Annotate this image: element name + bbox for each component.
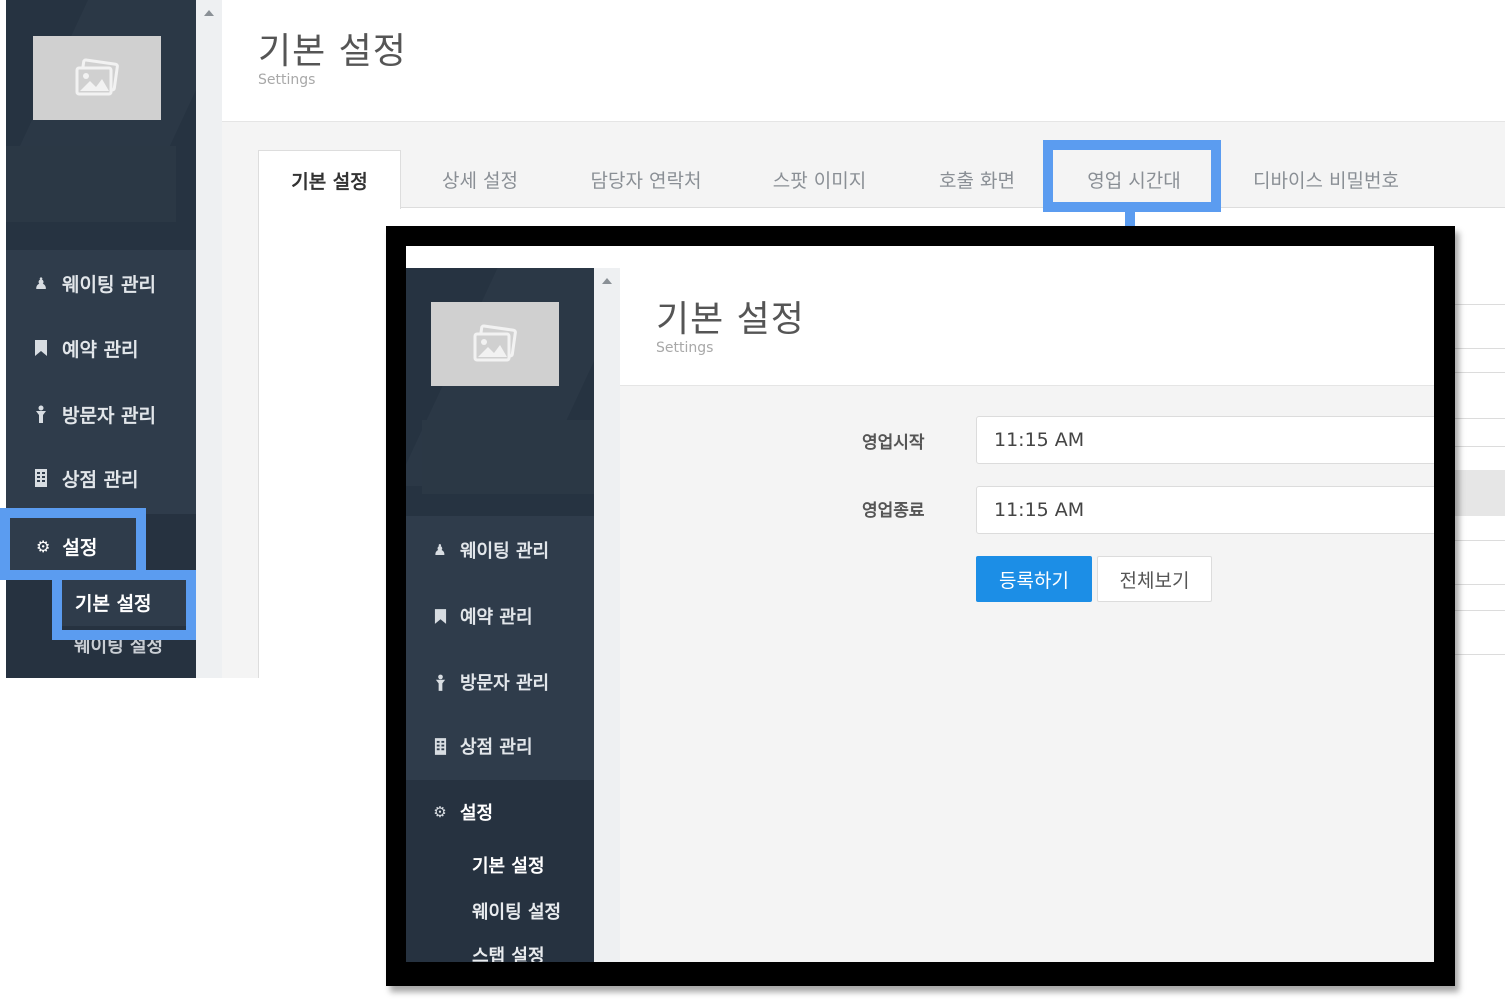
sidebar-item-label: 상점 관리 [62,468,139,491]
bookmark-icon [30,338,52,358]
inset-page-header: 기본 설정 Settings [620,268,1434,386]
sidebar-item-waiting[interactable]: ♟ 웨이팅 관리 [406,520,594,580]
building-icon [430,736,450,756]
bg-scrollbar[interactable] [196,0,222,678]
tab-call-screen[interactable]: 호출 화면 [906,150,1048,208]
logo-placeholder-image-icon [33,36,161,120]
sidebar-item-label: 웨이팅 관리 [460,541,550,562]
bg-page-header: 기본 설정 Settings [222,0,1505,122]
sidebar-item-settings[interactable]: ⚙ 설정 [406,782,594,842]
page-title: 기본 설정 [656,299,805,340]
scroll-up-arrow-icon[interactable] [204,10,214,16]
profile-area [6,146,176,222]
sidebar-item-store[interactable]: 상점 관리 [406,716,594,776]
sidebar-item-waiting[interactable]: ♟ 웨이팅 관리 [6,251,196,315]
sidebar-item-visitor[interactable]: 방문자 관리 [6,382,196,446]
sidebar-item-label: 예약 관리 [460,607,533,628]
sidebar-item-label: 방문자 관리 [460,673,550,694]
tab-device-password[interactable]: 디바이스 비밀번호 [1222,150,1430,208]
person-icon [430,672,450,692]
user-add-icon: ♟ [33,273,49,293]
inset-scrollbar[interactable] [594,268,620,962]
business-start-input[interactable] [976,416,1434,464]
business-start-label: 영업시작 [862,433,925,453]
inset-sidebar: ♟ 웨이팅 관리 예약 관리 방문자 관리 상점 관리 ⚙ 설정 기본 설정 웨… [406,268,594,962]
sidebar-item-label: 방문자 관리 [62,404,157,427]
business-end-input[interactable] [976,486,1434,534]
tab-basic-settings[interactable]: 기본 설정 [258,150,401,209]
highlight-business-hours-tab [1043,140,1221,212]
page-subtitle: Settings [258,72,316,88]
sidebar-item-reservation[interactable]: 예약 관리 [6,316,196,380]
highlight-basic-settings [52,570,196,640]
page-subtitle: Settings [656,340,714,356]
image-icon [473,324,517,362]
tab-contact[interactable]: 담당자 연락처 [560,150,732,208]
sidebar-item-label: 웨이팅 관리 [62,273,157,296]
logo-placeholder-image-icon [431,302,559,386]
submenu-basic-settings[interactable]: 기본 설정 [472,852,545,878]
profile-area [422,420,594,494]
sidebar-item-label: 예약 관리 [62,338,139,361]
view-all-button[interactable]: 전체보기 [1097,556,1212,602]
building-icon [30,468,52,488]
business-end-label: 영업종료 [862,501,925,521]
bookmark-icon [430,606,450,626]
tutorial-screenshot: ♟ 웨이팅 관리 예약 관리 방문자 관리 상점 관리 웨이팅 설정 기본 설정… [0,0,1505,999]
submenu-waiting-settings[interactable]: 웨이팅 설정 [472,898,561,924]
sidebar-item-label: 설정 [460,803,494,824]
scroll-up-arrow-icon[interactable] [602,278,612,284]
register-button[interactable]: 등록하기 [976,556,1092,602]
page-title: 기본 설정 [258,31,407,72]
sidebar-item-reservation[interactable]: 예약 관리 [406,586,594,646]
tab-spot-image[interactable]: 스팟 이미지 [742,150,897,208]
image-icon [75,58,119,96]
user-add-icon: ♟ [433,541,447,559]
person-icon [30,404,52,424]
sidebar-item-label: 상점 관리 [460,737,533,758]
sidebar-item-visitor[interactable]: 방문자 관리 [406,652,594,712]
gear-icon: ⚙ [433,803,447,821]
sidebar-item-store[interactable]: 상점 관리 [6,446,196,510]
tab-detail-settings[interactable]: 상세 설정 [410,150,550,208]
submenu-staff-settings[interactable]: 스탭 설정 [472,942,545,962]
inset-screenshot: ♟ 웨이팅 관리 예약 관리 방문자 관리 상점 관리 ⚙ 설정 기본 설정 웨… [406,246,1434,962]
